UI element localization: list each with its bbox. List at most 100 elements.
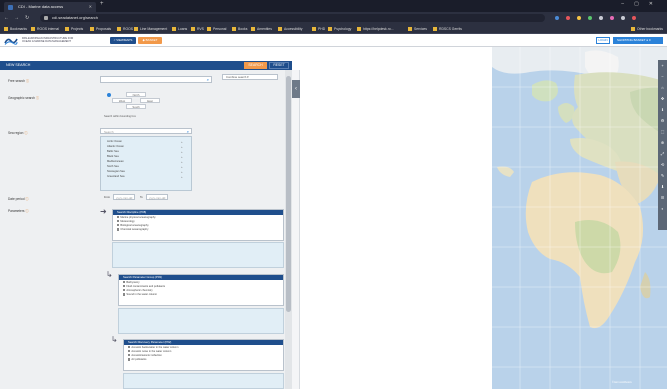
- login-button[interactable]: LOGIN: [596, 37, 610, 44]
- north-input[interactable]: North: [126, 92, 146, 97]
- bookmark-item[interactable]: ROOS internal: [31, 26, 59, 32]
- map-tool-icon[interactable]: ⬇: [658, 181, 667, 192]
- forward-icon[interactable]: →: [14, 15, 19, 21]
- bookmark-item[interactable]: Accessibility: [278, 26, 302, 32]
- map-tool-icon[interactable]: ⌂: [658, 82, 667, 93]
- extension-icon[interactable]: [587, 16, 592, 20]
- bookmark-item[interactable]: Books: [232, 26, 247, 32]
- add-region-icon[interactable]: +: [181, 145, 183, 149]
- map-tool-icon[interactable]: ℹ: [658, 104, 667, 115]
- sea-region-option[interactable]: Norwegian Sea: [107, 170, 125, 173]
- discipline-list[interactable]: Marine physical oceanography Meteorology B…: [113, 215, 283, 232]
- collapse-panel-button[interactable]: ‹: [292, 80, 300, 98]
- bookmark-item[interactable]: Psychology: [328, 26, 351, 32]
- free-search-input[interactable]: ⌕: [100, 76, 212, 83]
- map-tool-icon[interactable]: ⊕: [658, 137, 667, 148]
- bookmark-item[interactable]: Projects: [65, 26, 83, 32]
- back-icon[interactable]: ←: [4, 15, 9, 21]
- search-icon[interactable]: ⌕: [187, 129, 189, 134]
- reset-button[interactable]: RESET: [269, 62, 289, 69]
- add-region-icon[interactable]: +: [181, 175, 183, 179]
- map-tool-icon[interactable]: ◐: [658, 203, 667, 214]
- sea-region-option[interactable]: Mediterranean: [107, 160, 124, 163]
- close-tab-icon[interactable]: ✕: [89, 2, 92, 12]
- basket-tag-button[interactable]: ◆ BASKET: [138, 37, 162, 44]
- browser-tab[interactable]: CDI - Marine data access ✕: [4, 2, 96, 12]
- add-region-icon[interactable]: +: [181, 165, 183, 169]
- add-region-icon[interactable]: +: [181, 150, 183, 154]
- sea-region-list[interactable]: Arctic Ocean + Atlantic Ocean + Baltic Sea + B…: [100, 136, 192, 191]
- sea-region-option[interactable]: North Sea: [107, 165, 119, 168]
- map-tool-icon[interactable]: ⬚: [658, 126, 667, 137]
- bookmark-item[interactable]: Bookmarks: [4, 26, 27, 32]
- geo-radio[interactable]: [107, 93, 111, 97]
- discovery-parameter-list[interactable]: Acoustic backscatter in the water column…: [124, 345, 283, 362]
- map-tool-icon[interactable]: ✥: [658, 93, 667, 104]
- bookmark-item[interactable]: Line Management: [134, 26, 167, 32]
- bookmark-item[interactable]: Loans: [172, 26, 187, 32]
- logo-icon[interactable]: [4, 36, 18, 45]
- combine-search-select[interactable]: Combine search ▾: [222, 74, 278, 80]
- search-icon[interactable]: ⌕: [207, 77, 209, 82]
- parameter-option[interactable]: Chemical oceanography: [113, 228, 283, 232]
- discovery-parameter-selected-box[interactable]: [123, 373, 284, 389]
- sea-region-option[interactable]: Greenland Sea: [107, 175, 124, 178]
- east-input[interactable]: East: [140, 98, 160, 103]
- add-region-icon[interactable]: +: [181, 155, 183, 159]
- scrollbar-thumb[interactable]: [286, 76, 291, 312]
- extension-icon[interactable]: [565, 16, 570, 20]
- view-maps-button[interactable]: < VIEWMAPS: [110, 37, 136, 44]
- profile-icon[interactable]: [620, 16, 625, 20]
- map-tool-icon[interactable]: ⟲: [658, 159, 667, 170]
- window-controls[interactable]: –▢✕: [621, 1, 663, 7]
- search-button[interactable]: SEARCH: [244, 62, 267, 69]
- new-tab-icon[interactable]: +: [100, 1, 104, 7]
- map-tool-icon[interactable]: ⤢: [658, 148, 667, 159]
- bookmark-item[interactable]: https://helpdesk.ro...: [357, 26, 394, 32]
- west-input[interactable]: West: [112, 98, 132, 103]
- map-view[interactable]: [300, 47, 667, 389]
- menu-icon[interactable]: [631, 16, 636, 20]
- parameter-group-list[interactable]: Bathymetry Fluid contaminants and polluta…: [119, 280, 283, 297]
- bookmark-item[interactable]: ROOS: [117, 26, 133, 32]
- add-region-icon[interactable]: +: [181, 140, 183, 144]
- map-tool-icon[interactable]: +: [658, 60, 667, 71]
- map-tool-icon[interactable]: ☰: [658, 192, 667, 203]
- bookmark-item[interactable]: Proposals: [90, 26, 111, 32]
- add-region-icon[interactable]: +: [181, 160, 183, 164]
- sea-region-option[interactable]: Baltic Sea: [107, 150, 119, 153]
- extension-icon[interactable]: [609, 16, 614, 20]
- bookmark-item[interactable]: RDSCS Gerrits: [433, 26, 462, 32]
- parameter-group-selected-box[interactable]: [118, 308, 284, 334]
- discipline-selected-box[interactable]: [112, 242, 284, 268]
- map-tool-icon[interactable]: −: [658, 71, 667, 82]
- extension-icon[interactable]: [598, 16, 603, 20]
- add-region-icon[interactable]: +: [181, 170, 183, 174]
- bookmark-item[interactable]: Personal: [207, 26, 226, 32]
- reload-icon[interactable]: ↻: [25, 15, 29, 21]
- sea-region-option[interactable]: Black Sea: [107, 155, 119, 158]
- parameter-option[interactable]: Sound in the water column: [119, 293, 283, 297]
- bookmark-item[interactable]: PHD: [312, 26, 325, 32]
- shopping-basket-button[interactable]: SHOPPING BASKET ● 0: [613, 37, 663, 44]
- bookmark-item[interactable]: Other bookmarks: [631, 26, 663, 32]
- extension-icon[interactable]: [555, 16, 559, 20]
- map-tool-icon[interactable]: ⚙: [658, 115, 667, 126]
- world-map[interactable]: [300, 47, 667, 389]
- sea-region-search-input[interactable]: Search ⌕: [100, 128, 192, 134]
- date-to-input[interactable]: yyyy-mm-dd: [146, 194, 168, 200]
- sea-region-option[interactable]: Arctic Ocean: [107, 140, 122, 143]
- panel-scrollbar[interactable]: [285, 70, 292, 389]
- new-search-link[interactable]: NEW SEARCH: [6, 61, 30, 70]
- extension-icon[interactable]: [576, 16, 581, 20]
- bookmark-item[interactable]: Amenities: [251, 26, 272, 32]
- date-from-input[interactable]: yyyy-mm-dd: [113, 194, 135, 200]
- parameter-option[interactable]: Air pollutants: [124, 358, 283, 362]
- url-field[interactable]: cdi.seadatanet.org/search: [40, 14, 545, 22]
- south-input[interactable]: South: [126, 104, 146, 109]
- sea-region-option[interactable]: Atlantic Ocean: [107, 145, 124, 148]
- bookmark-item[interactable]: Services: [408, 26, 427, 32]
- map-tool-icon[interactable]: ✎: [658, 170, 667, 181]
- sea-region-label-text: Sea region: [8, 131, 24, 135]
- bookmark-item[interactable]: RVS: [191, 26, 204, 32]
